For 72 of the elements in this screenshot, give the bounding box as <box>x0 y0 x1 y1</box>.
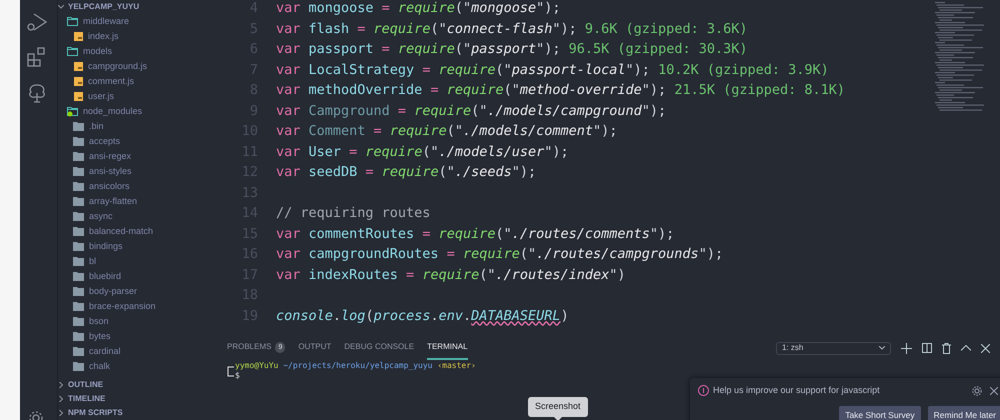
explorer-item[interactable]: .bin <box>58 119 200 134</box>
code-line: var mongoose = require("mongoose"); <box>276 0 561 18</box>
panel-tab[interactable]: DEBUG CONSOLE <box>344 336 414 360</box>
code-line: var Campground = require("./models/campground"); <box>276 102 666 121</box>
section-header[interactable]: TIMELINE <box>58 392 200 406</box>
explorer-item[interactable]: middleware <box>58 14 200 29</box>
code-line: var Comment = require("./models/comment"); <box>276 122 618 142</box>
explorer-item[interactable]: bl <box>58 254 200 269</box>
code-line: var passport = require("passport"); 96.5K (gzipped: 30.3K) <box>276 40 748 60</box>
code-line: // requiring routes <box>276 204 430 224</box>
trash-icon[interactable] <box>942 342 951 354</box>
explorer-root-title[interactable]: YELPCAMP_YUYU <box>68 1 140 13</box>
chevron-down-icon <box>879 346 885 350</box>
explorer-item[interactable]: async <box>58 209 200 224</box>
panel-tab[interactable]: TERMINAL <box>427 336 468 360</box>
section-header[interactable]: OUTLINE <box>58 378 200 392</box>
split-icon[interactable] <box>922 343 932 353</box>
explorer-item[interactable]: index.js <box>58 29 200 44</box>
javascript-file-icon <box>74 92 83 101</box>
notification-message: Help us improve our support for javascript <box>713 384 880 397</box>
notification-button[interactable]: Take Short Survey <box>839 406 921 420</box>
terminal-branch: ‹master› <box>437 361 476 371</box>
explorer-item[interactable]: bluebird <box>58 269 200 284</box>
explorer-item[interactable]: accepts <box>58 134 200 149</box>
panel-tab[interactable]: OUTPUT <box>298 336 332 360</box>
info-icon <box>698 385 709 396</box>
explorer-item[interactable]: brace-expansion <box>58 299 200 314</box>
code-line: var commentRoutes = require("./routes/comments"); <box>276 224 674 244</box>
explorer-item[interactable]: bson <box>58 314 200 329</box>
explorer-item[interactable]: ansi-styles <box>58 164 200 179</box>
javascript-file-icon <box>74 32 83 41</box>
notification-button[interactable]: Remind Me later <box>928 406 1000 420</box>
close-icon[interactable] <box>990 386 998 395</box>
tree-icon[interactable] <box>27 83 47 103</box>
chevron-up-icon[interactable] <box>961 345 971 351</box>
terminal-select[interactable]: 1: zsh <box>776 342 891 354</box>
terminal-user: yymo@YuYu <box>235 361 278 371</box>
javascript-file-icon <box>74 62 83 71</box>
code-line: var User = require("./models/user"); <box>276 142 569 162</box>
chevron-down-icon <box>58 5 64 9</box>
code-line: var campgroundRoutes = require("./routes/campgrounds"); <box>276 245 724 264</box>
code-line: var seedDB = require("./seeds"); <box>276 163 536 182</box>
code-line: console.log(process.env.DATABASEURL) <box>276 306 569 326</box>
explorer-item[interactable]: user.js <box>58 89 200 104</box>
explorer-item[interactable]: campground.js <box>58 59 200 74</box>
section-header[interactable]: NPM SCRIPTS <box>58 406 200 420</box>
explorer-item[interactable]: models <box>58 44 200 59</box>
explorer-item[interactable]: comment.js <box>58 74 200 89</box>
extensions-icon[interactable] <box>27 47 47 67</box>
explorer-item[interactable]: array-flatten <box>58 194 200 209</box>
explorer-item[interactable]: ansi-regex <box>58 149 200 164</box>
explorer-item[interactable]: balanced-match <box>58 224 200 239</box>
run-debug-icon[interactable] <box>26 12 48 32</box>
explorer-item[interactable]: bytes <box>58 329 200 344</box>
terminal-prompt: $ <box>235 371 240 381</box>
tooltip-arrow-icon <box>554 416 562 420</box>
settings-icon[interactable] <box>972 386 982 396</box>
close-icon[interactable] <box>981 344 990 352</box>
code-line: var methodOverride = require("method-override"); 21.5K (gzipped: 8.1K) <box>276 81 845 100</box>
code-line: var indexRoutes = require("./routes/index") <box>276 266 626 285</box>
explorer-item[interactable]: chalk <box>58 359 200 374</box>
terminal-path: ~/projects/heroku/yelpcamp_yuyu <box>283 361 432 371</box>
explorer-item[interactable]: ansicolors <box>58 179 200 194</box>
plus-icon[interactable] <box>901 342 912 354</box>
code-line: var flash = require("connect-flash"); 9.6K (gzipped: 3.6K) <box>276 20 748 39</box>
explorer-item[interactable]: body-parser <box>58 284 200 299</box>
explorer-item[interactable]: cardinal <box>58 344 200 359</box>
javascript-file-icon <box>74 77 83 86</box>
explorer-item[interactable]: node_modules <box>58 104 200 119</box>
explorer-item[interactable]: bindings <box>58 239 200 254</box>
tooltip: Screenshot <box>528 397 588 416</box>
code-line: var LocalStrategy = require("passport-local"); 10.2K (gzipped: 3.9K) <box>276 60 829 80</box>
